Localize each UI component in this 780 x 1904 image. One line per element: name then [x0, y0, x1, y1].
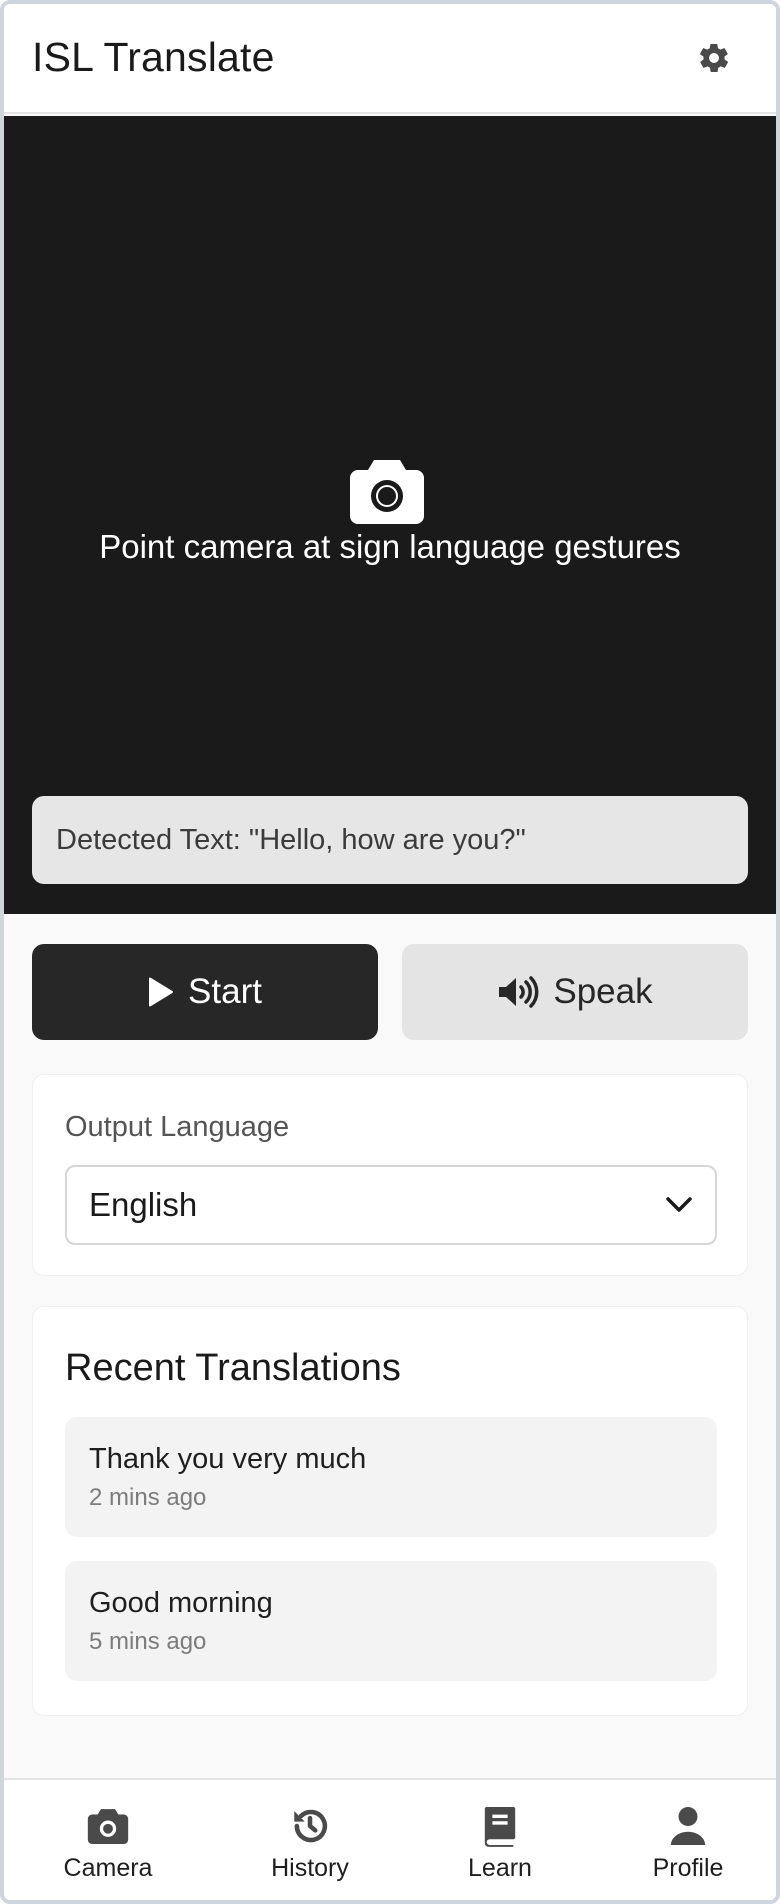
output-language-select[interactable]: English	[65, 1165, 717, 1245]
recent-translations-title: Recent Translations	[65, 1347, 401, 1389]
nav-item-history[interactable]: History	[230, 1780, 390, 1900]
nav-item-profile[interactable]: Profile	[608, 1780, 768, 1900]
output-language-value: English	[89, 1186, 198, 1223]
detected-text-box: Detected Text: "Hello, how are you?"	[32, 796, 748, 884]
history-icon	[294, 1809, 328, 1843]
camera-icon	[87, 1809, 129, 1844]
nav-label-profile: Profile	[652, 1854, 724, 1882]
chevron-down-icon	[666, 1197, 692, 1212]
speak-button[interactable]: Speak	[402, 944, 748, 1040]
start-button[interactable]: Start	[32, 944, 378, 1040]
nav-label-history: History	[271, 1854, 349, 1882]
translation-text: Good morning	[89, 1587, 273, 1619]
translation-time: 2 mins ago	[89, 1484, 207, 1511]
speaker-icon	[499, 976, 539, 1008]
app-header: ISL Translate	[4, 4, 776, 114]
settings-button[interactable]	[696, 40, 732, 76]
nav-item-learn[interactable]: Learn	[420, 1780, 580, 1900]
start-button-label: Start	[188, 972, 262, 1011]
recent-translations-card: Recent Translations Thank you very much …	[32, 1306, 748, 1716]
play-icon	[149, 977, 174, 1007]
user-icon	[670, 1807, 706, 1845]
speak-button-label: Speak	[553, 972, 653, 1011]
camera-icon	[350, 460, 424, 524]
nav-label-camera: Camera	[63, 1854, 153, 1882]
translation-time: 5 mins ago	[89, 1628, 207, 1655]
bottom-nav: Camera History Learn Profile	[4, 1778, 776, 1900]
nav-label-learn: Learn	[468, 1854, 532, 1882]
book-icon	[484, 1807, 516, 1847]
detected-text: Detected Text: "Hello, how are you?"	[56, 823, 526, 856]
camera-preview: Point camera at sign language gestures D…	[4, 116, 776, 914]
output-language-label: Output Language	[65, 1111, 290, 1143]
camera-hint-text: Point camera at sign language gestures	[99, 528, 681, 565]
list-item[interactable]: Good morning 5 mins ago	[65, 1561, 717, 1681]
nav-item-camera[interactable]: Camera	[28, 1780, 188, 1900]
app-title: ISL Translate	[32, 34, 275, 80]
translation-text: Thank you very much	[89, 1443, 367, 1475]
app-frame: ISL Translate Point camera at sign langu…	[0, 0, 780, 1904]
list-item[interactable]: Thank you very much 2 mins ago	[65, 1417, 717, 1537]
gear-icon	[700, 43, 728, 73]
output-language-card: Output Language English	[32, 1074, 748, 1276]
